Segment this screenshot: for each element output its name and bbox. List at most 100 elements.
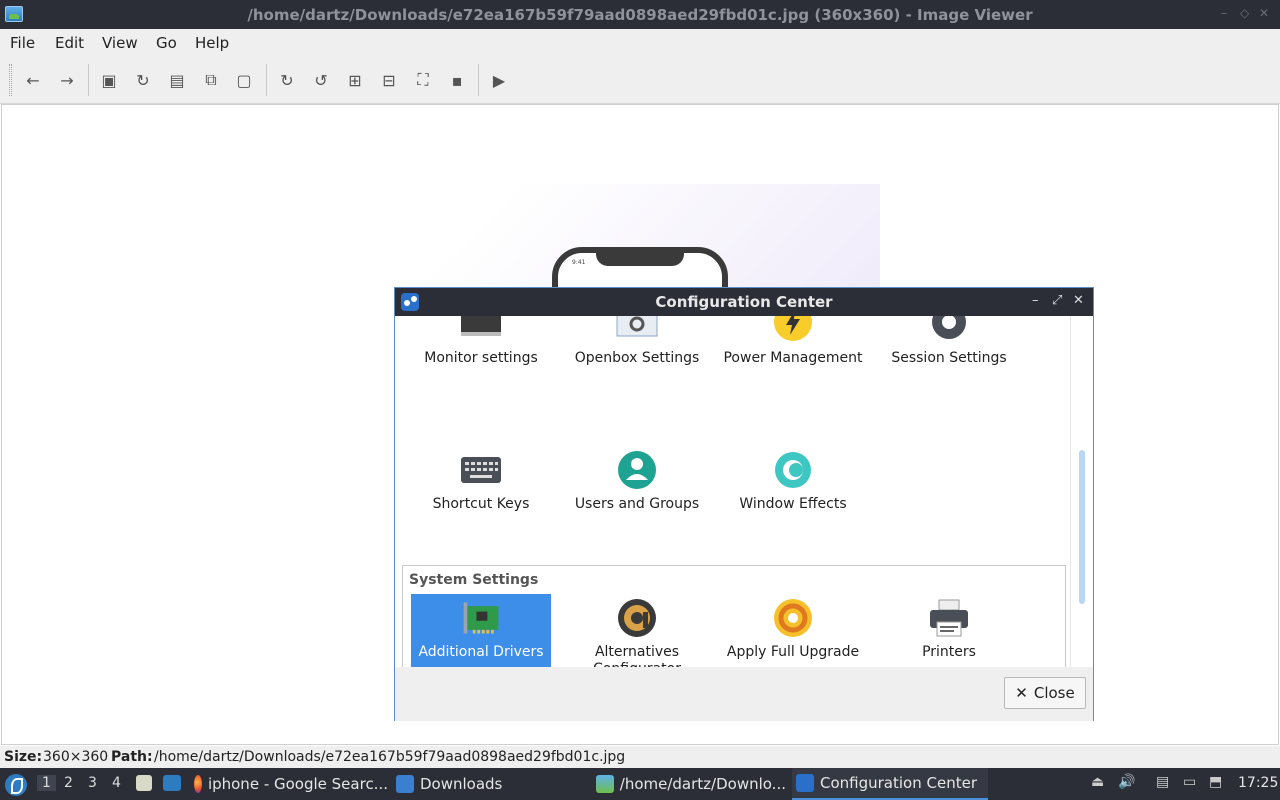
drivers-card-icon [460,598,502,638]
item-label: Power Management [723,350,863,366]
start-menu-icon[interactable] [5,774,27,796]
item-monitor-settings[interactable]: Monitor settings [411,316,551,367]
dialog-content: Monitor settings Openbox Settings Power … [395,316,1093,667]
status-size-value: 360×360 [43,749,109,765]
image-preview: 9:41 [400,184,880,294]
network-icon[interactable]: ▭ [1183,774,1201,792]
phone-clock: 9:41 [572,259,586,266]
item-shortcut-keys[interactable]: Shortcut Keys [411,450,551,513]
menu-file[interactable]: File [10,34,35,52]
item-alternatives-configurator[interactable]: Alternatives Configurator [567,598,707,667]
toolbar-separator [88,64,89,96]
item-session-settings[interactable]: Session Settings [879,316,1019,367]
forward-icon[interactable]: → [55,68,79,92]
fit-icon[interactable]: ⛶ [411,68,435,92]
task-firefox[interactable]: iphone - Google Searc... [194,768,388,800]
status-path-value: /home/dartz/Downloads/e72ea167b59f79aad0… [154,749,626,765]
copy-icon[interactable]: ⧉ [199,68,223,92]
volume-icon[interactable]: 🔊 [1118,774,1136,792]
dialog-footer: ✕ Close [395,667,1093,721]
save-icon[interactable]: ▤ [165,68,189,92]
zoom-out-icon[interactable]: ⊟ [377,68,401,92]
workspace-1[interactable]: 1 [37,775,56,791]
power-management-icon [772,316,814,344]
window-effects-icon [772,450,814,490]
taskbar: 1 2 3 4 iphone - Google Searc... Downloa… [0,768,1280,800]
paste-icon[interactable]: ▢ [232,68,256,92]
item-openbox-settings[interactable]: Openbox Settings [567,316,707,367]
task-image-viewer[interactable]: /home/dartz/Downlo... [596,768,786,800]
printer-icon [928,598,970,638]
section-title: System Settings [409,572,539,588]
menubar: File Edit View Go Help [0,29,1280,56]
workspace-3[interactable]: 3 [88,775,97,791]
open-icon[interactable]: ▣ [97,68,121,92]
desktop-launcher-icon[interactable] [163,775,181,793]
menu-view[interactable]: View [102,34,138,52]
menu-go[interactable]: Go [156,34,177,52]
file-manager-launcher-icon[interactable] [136,775,154,793]
dialog-close-icon[interactable]: ✕ [1073,293,1084,308]
item-label: Additional Drivers [418,644,544,660]
dialog-minimize-icon[interactable]: – [1032,293,1039,308]
item-label: Window Effects [739,496,847,512]
workspace-2[interactable]: 2 [64,775,73,791]
menu-help[interactable]: Help [195,34,229,52]
status-size-label: Size: [4,749,43,765]
slideshow-icon[interactable]: ▶ [487,68,511,92]
eject-icon[interactable]: ⏏ [1091,774,1109,792]
item-power-management[interactable]: Power Management [723,316,863,367]
config-center-icon [796,774,814,792]
alternatives-icon [616,598,658,638]
scrollbar-thumb[interactable] [1079,450,1085,604]
reload-icon[interactable]: ↻ [131,68,155,92]
toolbar-grip[interactable] [9,64,12,96]
statusbar: Size: 360×360 Path: /home/dartz/Download… [0,746,1280,768]
workspace-4[interactable]: 4 [112,775,121,791]
dialog-titlebar: Configuration Center – ⤢ ✕ [395,288,1093,316]
phone-notch [596,252,684,266]
task-configuration-center[interactable]: Configuration Center [792,768,988,800]
item-printers[interactable]: Printers [879,598,1019,661]
task-label: /home/dartz/Downlo... [619,775,786,793]
item-label: Shortcut Keys [432,496,530,512]
item-label: Printers [922,644,976,660]
close-button[interactable]: ✕ Close [1004,677,1086,709]
item-label: Openbox Settings [574,350,700,366]
rotate-ccw-icon[interactable]: ↺ [309,68,333,92]
item-label: Users and Groups [574,496,700,512]
menu-edit[interactable]: Edit [55,34,84,52]
item-additional-drivers[interactable]: Additional Drivers [411,594,551,667]
dialog-scrollbar[interactable] [1070,316,1093,667]
configuration-center-dialog: Configuration Center – ⤢ ✕ Monitor setti… [394,287,1094,721]
item-apply-full-upgrade[interactable]: Apply Full Upgrade [723,598,863,661]
item-users-and-groups[interactable]: Users and Groups [567,450,707,513]
dialog-title: Configuration Center [655,293,833,311]
item-window-effects[interactable]: Window Effects [723,450,863,513]
dialog-maximize-icon[interactable]: ⤢ [1052,293,1062,308]
toolbar-separator [266,64,267,96]
openbox-settings-icon [616,316,658,344]
maximize-icon[interactable]: ◇ [1240,6,1249,20]
users-icon [616,450,658,490]
session-settings-icon [928,316,970,344]
item-label: Session Settings [891,350,1007,366]
task-label: Downloads [420,775,503,793]
updates-icon[interactable]: ⬒ [1209,774,1227,792]
item-label: Apply Full Upgrade [726,644,860,660]
window-titlebar: /home/dartz/Downloads/e72ea167b59f79aad0… [0,0,1280,29]
firefox-icon [194,775,202,793]
zoom-in-icon[interactable]: ⊞ [343,68,367,92]
item-label: Monitor settings [424,350,538,366]
monitor-icon [460,316,502,344]
task-downloads[interactable]: Downloads [396,768,586,800]
minimize-icon[interactable]: – [1221,6,1227,20]
toolbar-separator [478,64,479,96]
folder-icon [396,775,414,793]
clipboard-icon[interactable]: ▤ [1156,774,1174,792]
original-size-icon[interactable]: ▪ [445,68,469,92]
rotate-cw-icon[interactable]: ↻ [275,68,299,92]
close-window-icon[interactable]: ✕ [1259,6,1269,20]
item-label: Alternatives Configurator [593,644,681,667]
back-icon[interactable]: ← [21,68,45,92]
